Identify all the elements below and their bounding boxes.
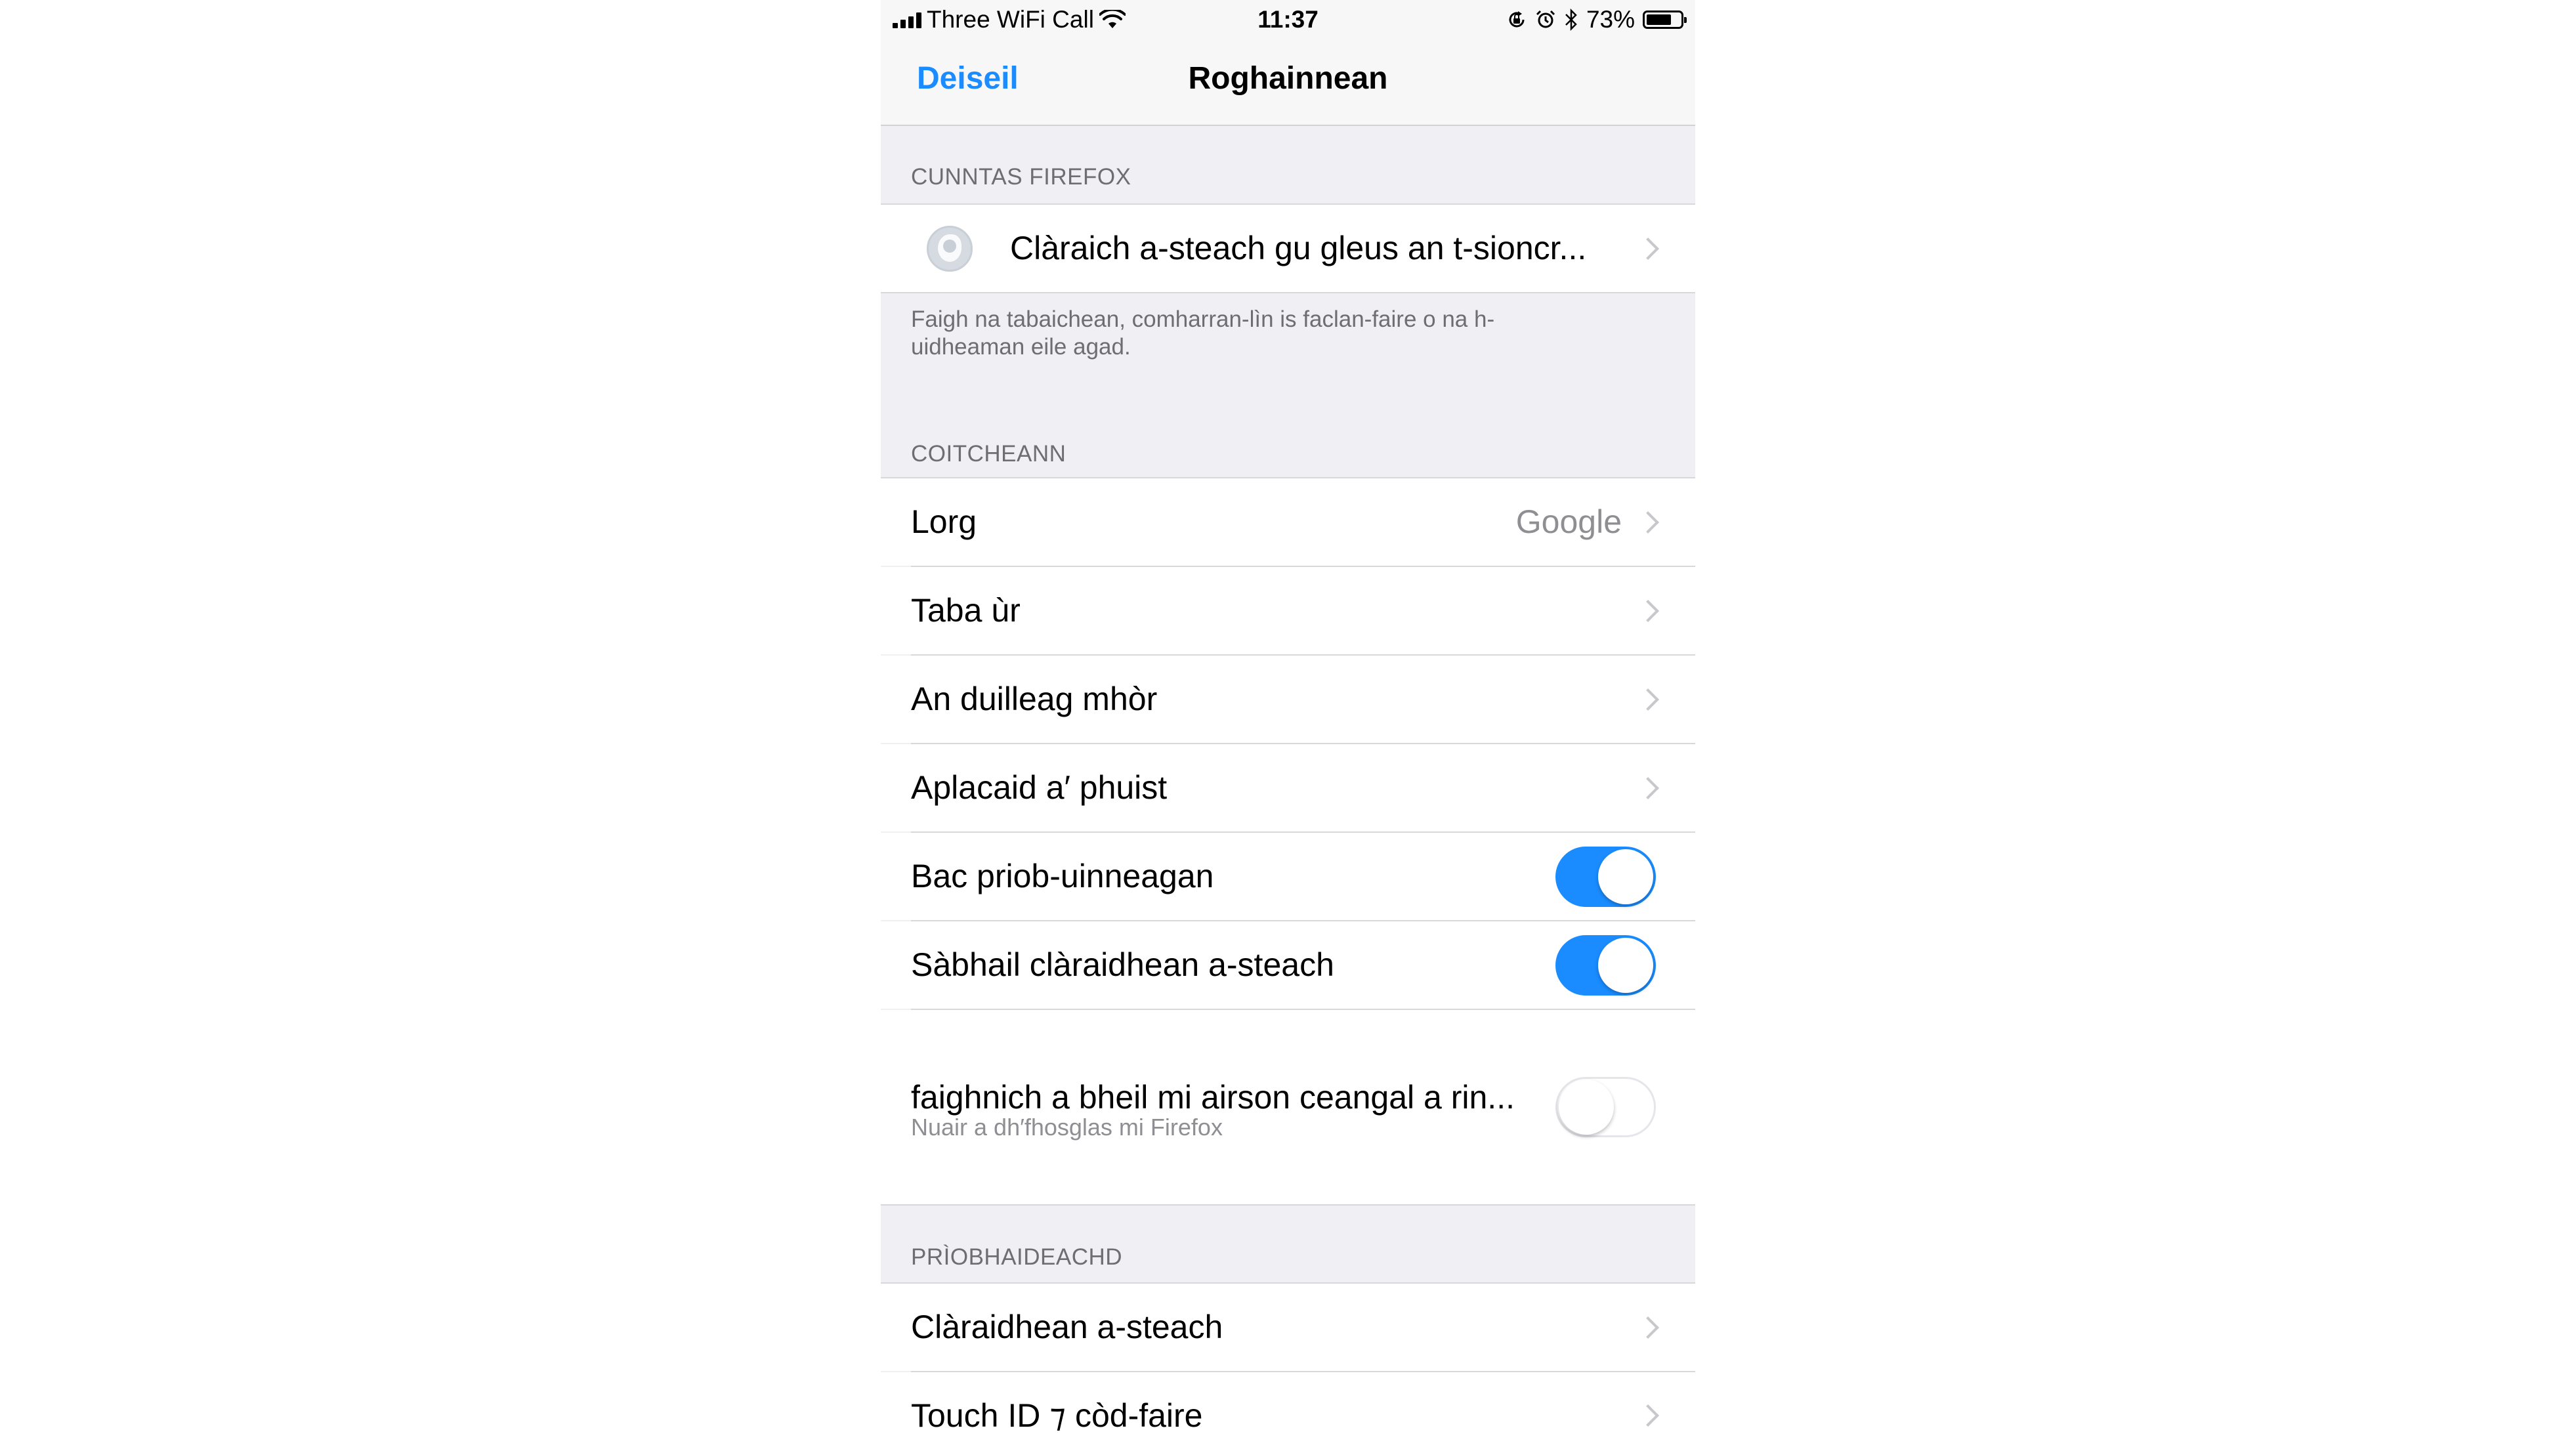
orientation-lock-icon xyxy=(1509,11,1525,28)
search-engine-row[interactable]: Lorg Google xyxy=(881,478,1695,566)
chevron-right-icon xyxy=(1637,511,1659,534)
block-popups-label: Bac priob-uinneagan xyxy=(911,858,1214,894)
status-bar: Three WiFi Call 11:37 73% xyxy=(881,0,1695,39)
chevron-right-icon xyxy=(1637,1316,1659,1339)
open-links-prompt-row: faighnich a bheil mi airson ceangal a ri… xyxy=(881,1010,1695,1204)
block-popups-row: Bac priob-uinneagan xyxy=(881,833,1695,920)
homepage-row[interactable]: An duilleag mhòr xyxy=(881,656,1695,743)
save-logins-toggle[interactable] xyxy=(1555,935,1656,996)
chevron-right-icon xyxy=(1637,688,1659,711)
touch-id-passcode-label: Touch ID ⁊ còd-faire xyxy=(911,1397,1203,1434)
battery-icon xyxy=(1643,10,1687,29)
save-logins-label: Sàbhail clàraidhean a-steach xyxy=(911,946,1334,983)
navigation-bar: Deiseil Roghainnean xyxy=(881,39,1695,126)
homepage-label: An duilleag mhòr xyxy=(911,681,1158,717)
settings-screen: Three WiFi Call 11:37 73% Deiseil Roghai… xyxy=(881,0,1695,1449)
section-header-firefox-account: CUNNTAS FIREFOX xyxy=(911,164,1131,190)
bluetooth-icon xyxy=(1565,9,1577,31)
section-header-general: COITCHEANN xyxy=(911,441,1066,467)
page-title: Roghainnean xyxy=(1188,61,1388,96)
search-engine-value: Google xyxy=(1515,503,1622,540)
new-tab-row[interactable]: Taba ùr xyxy=(881,567,1695,654)
section-header-privacy: PRÌOBHAIDEACHD xyxy=(911,1244,1123,1270)
alarm-icon xyxy=(1536,10,1555,28)
logins-row[interactable]: Clàraidhean a-steach xyxy=(881,1284,1695,1371)
battery-percent: 73% xyxy=(1586,6,1635,33)
mail-app-label: Aplacaid a′ phuist xyxy=(911,769,1168,806)
search-engine-label: Lorg xyxy=(911,503,977,540)
mail-app-row[interactable]: Aplacaid a′ phuist xyxy=(881,744,1695,831)
new-tab-label: Taba ùr xyxy=(911,592,1021,629)
touch-id-passcode-row[interactable]: Touch ID ⁊ còd-faire xyxy=(881,1372,1695,1449)
open-links-prompt-sublabel: Nuair a dh′fhosglas mi Firefox xyxy=(911,1114,1223,1141)
sync-sign-in-label: Clàraich a-steach gu gleus an t-sioncr..… xyxy=(1010,230,1587,266)
save-logins-row: Sàbhail clàraidhean a-steach xyxy=(881,921,1695,1009)
sync-sign-in-row[interactable]: Clàraich a-steach gu gleus an t-sioncr..… xyxy=(881,205,1695,292)
firefox-account-icon xyxy=(927,226,973,272)
chevron-right-icon xyxy=(1637,1404,1659,1427)
firefox-account-footer: Faigh na tabaichean, comharran-lìn is fa… xyxy=(911,306,1495,360)
chevron-right-icon xyxy=(1637,237,1659,260)
block-popups-toggle[interactable] xyxy=(1555,847,1656,907)
logins-label: Clàraidhean a-steach xyxy=(911,1309,1223,1345)
chevron-right-icon xyxy=(1637,599,1659,622)
open-links-prompt-toggle[interactable] xyxy=(1555,1077,1656,1137)
chevron-right-icon xyxy=(1637,776,1659,799)
